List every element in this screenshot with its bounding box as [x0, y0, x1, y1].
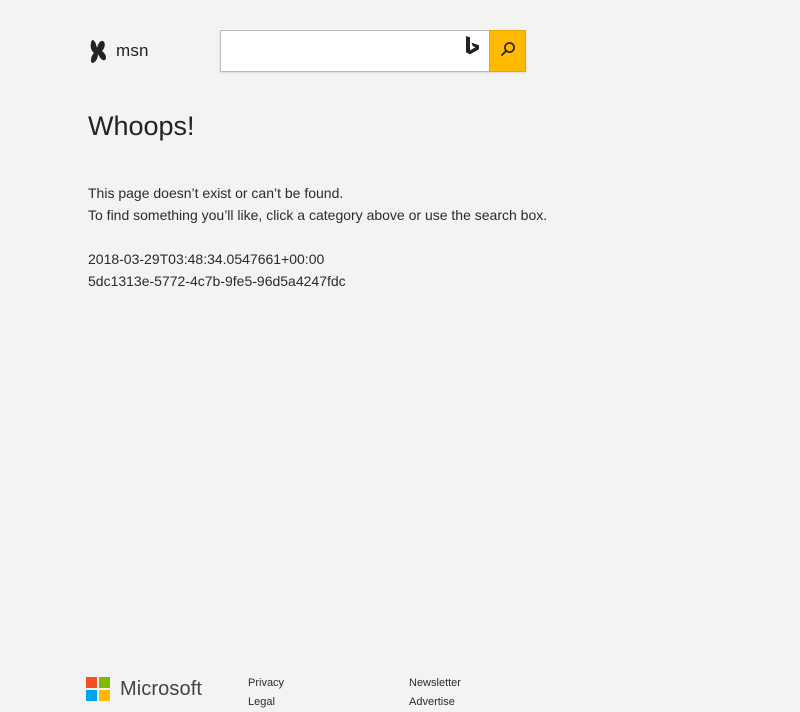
message-line: To find something you’ll like, click a c…	[88, 207, 548, 223]
msn-logo[interactable]: msn	[88, 38, 149, 64]
microsoft-windows-icon	[86, 677, 110, 701]
logo-text: msn	[116, 41, 149, 60]
footer-link-advertise[interactable]: Advertise	[409, 693, 461, 712]
footer-link-newsletter[interactable]: Newsletter	[409, 674, 461, 693]
search-icon	[499, 40, 517, 63]
search-box	[220, 30, 526, 72]
microsoft-brand-text: Microsoft	[120, 677, 203, 700]
butterfly-icon	[88, 38, 110, 64]
error-message: This page doesn’t exist or can’t be foun…	[88, 182, 728, 226]
search-input[interactable]	[221, 31, 461, 71]
page-title: Whoops!	[88, 111, 195, 141]
diagnostic-info: 2018-03-29T03:48:34.0547661+00:00 5dc131…	[88, 248, 728, 292]
message-line: This page doesn’t exist or can’t be foun…	[88, 185, 344, 201]
header: msn	[88, 30, 800, 74]
footer-column: Newsletter Advertise	[409, 674, 461, 712]
footer-link-privacy[interactable]: Privacy	[248, 674, 284, 693]
footer-link-legal[interactable]: Legal	[248, 693, 284, 712]
footer: Microsoft Privacy Legal Newsletter Adver…	[86, 670, 800, 710]
error-content: Whoops! This page doesn’t exist or can’t…	[88, 108, 728, 292]
footer-column: Privacy Legal	[248, 674, 284, 712]
search-button[interactable]	[489, 30, 526, 72]
bing-logo-icon	[463, 35, 481, 57]
timestamp: 2018-03-29T03:48:34.0547661+00:00	[88, 251, 325, 267]
microsoft-logo[interactable]: Microsoft	[86, 677, 202, 701]
request-id: 5dc1313e-5772-4c7b-9fe5-96d5a4247fdc	[88, 273, 346, 289]
